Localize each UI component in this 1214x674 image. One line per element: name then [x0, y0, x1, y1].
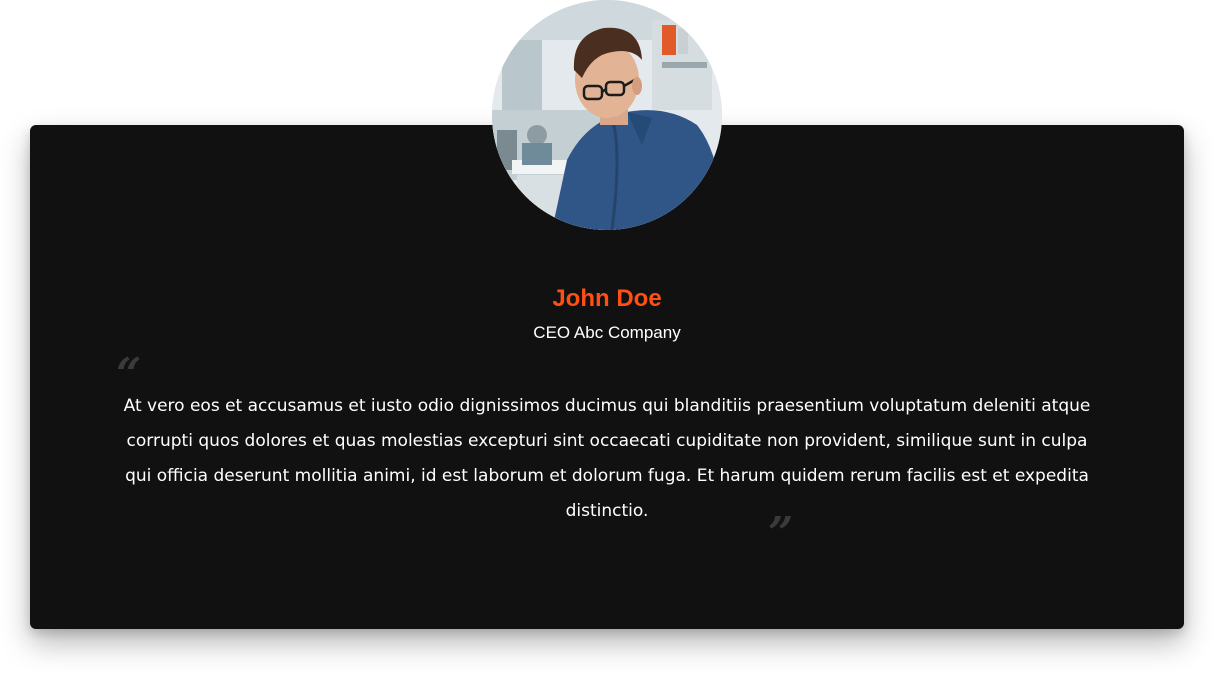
testimonial-author-role: CEO Abc Company [533, 323, 681, 342]
person-photo-icon [492, 0, 722, 230]
close-quote-icon: ” [768, 508, 794, 559]
testimonial-section: John Doe CEO Abc Company “ At vero eos e… [0, 0, 1214, 674]
testimonial-quote-text: At vero eos et accusamus et iusto odio d… [123, 396, 1091, 521]
avatar [492, 0, 722, 230]
testimonial-author-name: John Doe [552, 285, 662, 312]
